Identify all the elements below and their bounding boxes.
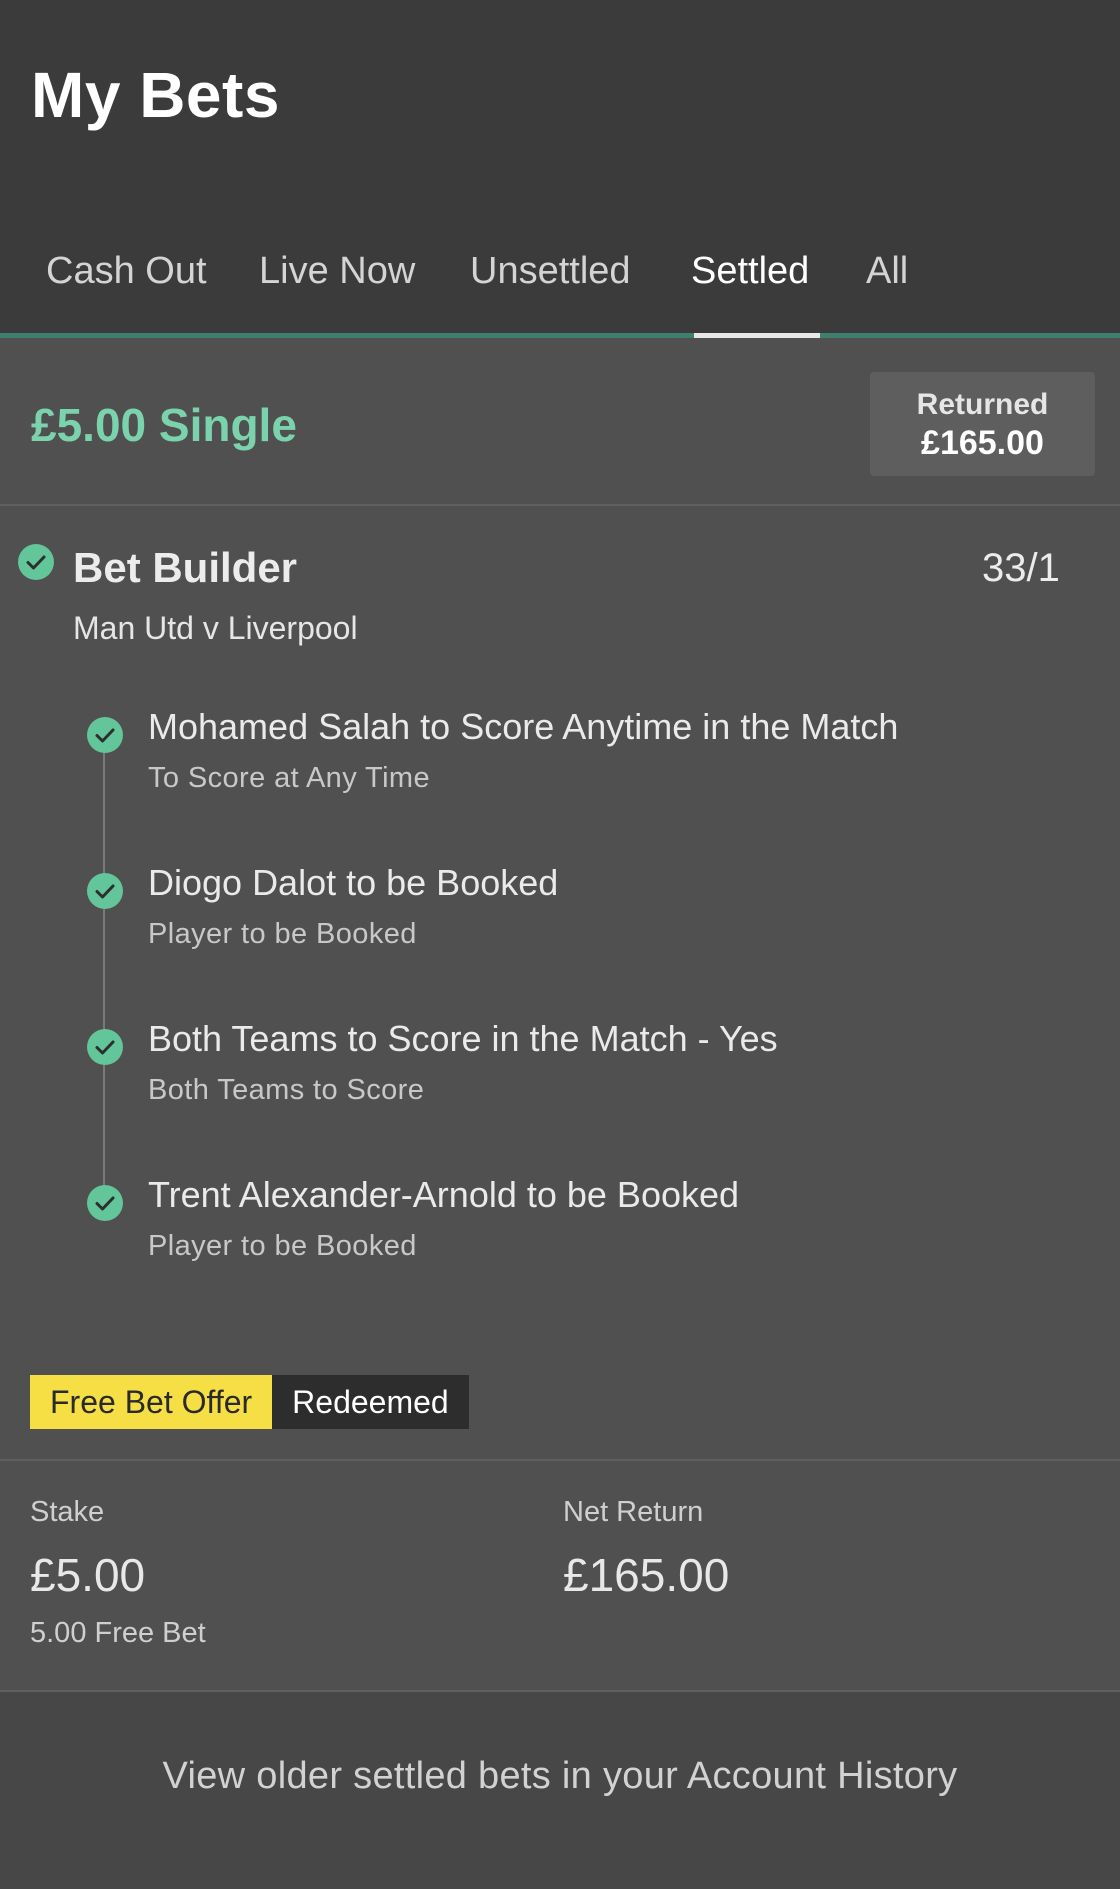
stake-free-bet-note: 5.00 Free Bet [30, 1617, 206, 1649]
selection-title: Both Teams to Score in the Match - Yes [148, 1018, 778, 1059]
stake-label: Stake [30, 1496, 105, 1528]
returned-label: Returned [916, 388, 1049, 421]
bet-title: £5.00 Single [31, 399, 297, 451]
offer-status: Redeemed [272, 1375, 469, 1429]
selection-title: Diogo Dalot to be Booked [148, 862, 559, 903]
selection-market: Player to be Booked [148, 1230, 417, 1262]
tab-unsettled[interactable]: Unsettled [470, 250, 631, 293]
match-name: Man Utd v Liverpool [73, 610, 358, 646]
divider [0, 1459, 1120, 1461]
bet-builder-title: Bet Builder [73, 544, 298, 591]
check-circle-icon [87, 1029, 123, 1065]
app-header: My Bets Cash Out Live Now Unsettled Sett… [0, 0, 1120, 333]
divider [0, 504, 1120, 506]
selection-market: Both Teams to Score [148, 1074, 425, 1106]
returned-value: £165.00 [921, 424, 1044, 462]
selection-title: Mohamed Salah to Score Anytime in the Ma… [148, 706, 899, 747]
selection-market: To Score at Any Time [148, 762, 431, 794]
free-bet-offer-tag: Free Bet Offer Redeemed [30, 1375, 469, 1429]
bet-odds: 33/1 [982, 546, 1060, 590]
returned-badge: Returned £165.00 [870, 372, 1095, 476]
tab-all[interactable]: All [866, 250, 908, 293]
stake-value: £5.00 [30, 1549, 146, 1601]
account-history-link[interactable]: View older settled bets in your Account … [0, 1755, 1120, 1798]
tab-live-now[interactable]: Live Now [259, 250, 415, 293]
check-circle-icon [18, 544, 54, 580]
page-title: My Bets [31, 59, 280, 131]
net-return-label: Net Return [563, 1496, 704, 1528]
tab-settled[interactable]: Settled [691, 250, 809, 293]
selection-market: Player to be Booked [148, 918, 417, 950]
selection-title: Trent Alexander-Arnold to be Booked [148, 1174, 740, 1215]
check-circle-icon [87, 717, 123, 753]
bet-card[interactable]: £5.00 Single Returned £165.00 Bet Builde… [0, 338, 1120, 1690]
check-circle-icon [87, 1185, 123, 1221]
offer-label: Free Bet Offer [30, 1375, 273, 1429]
check-circle-icon [87, 873, 123, 909]
selection-timeline [103, 738, 105, 1203]
tab-cash-out[interactable]: Cash Out [46, 250, 207, 293]
net-return-value: £165.00 [563, 1549, 730, 1601]
bet-filter-tabs: Cash Out Live Now Unsettled Settled All [0, 240, 1120, 330]
divider [0, 1690, 1120, 1692]
